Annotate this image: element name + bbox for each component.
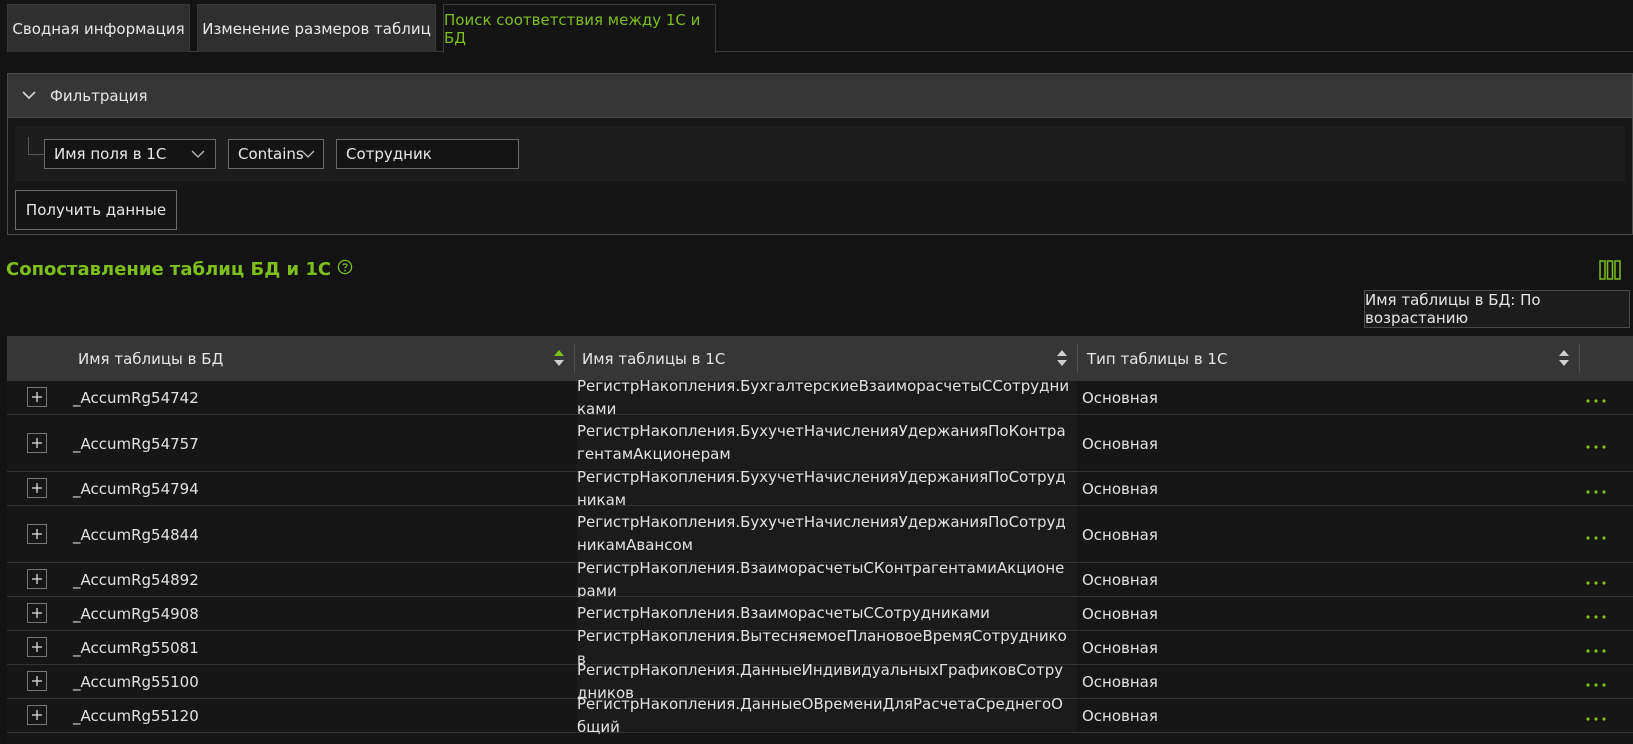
column-divider <box>574 344 575 373</box>
table-row[interactable]: _AccumRg54757 РегистрНакопления.БухучетНа… <box>7 415 1633 472</box>
column-header-label: Имя таблицы в БД <box>78 349 224 368</box>
table-row[interactable]: _AccumRg55120 РегистрНакопления.ДанныеОВр… <box>7 695 1633 736</box>
cell-1c-table-type: Основная <box>1082 434 1158 453</box>
tab-bar: Сводная информация Изменение размеров та… <box>7 4 1633 53</box>
cell-db-table-name: _AccumRg54892 <box>73 571 199 589</box>
column-divider <box>1579 344 1580 373</box>
section-title: Сопоставление таблиц БД и 1С <box>6 259 353 280</box>
sort-badge[interactable]: Имя таблицы в БД: По возрастанию <box>1364 290 1630 328</box>
cell-1c-table-type: Основная <box>1082 639 1158 657</box>
more-actions-icon[interactable] <box>1585 636 1607 666</box>
cell-db-table-name: _AccumRg54742 <box>73 389 199 407</box>
sort-active-icon[interactable] <box>554 349 564 371</box>
cell-1c-table-type: Основная <box>1082 389 1158 407</box>
section-title-text: Сопоставление таблиц БД и 1С <box>6 259 332 280</box>
more-actions-icon[interactable] <box>1585 523 1607 553</box>
chevron-down-icon <box>301 147 315 165</box>
chevron-down-icon <box>191 147 205 165</box>
expand-row-icon[interactable] <box>27 603 47 623</box>
cell-1c-table-type: Основная <box>1082 480 1158 498</box>
column-divider <box>1077 344 1078 373</box>
cell-1c-table-name: РегистрНакопления.БухучетНачисленияУдерж… <box>577 506 1077 562</box>
more-actions-icon[interactable] <box>1585 704 1607 734</box>
cell-db-table-name: _AccumRg54844 <box>73 525 199 544</box>
chevron-down-icon[interactable] <box>20 87 38 105</box>
field-select[interactable]: Имя поля в 1С <box>44 139 216 169</box>
cell-1c-table-name: РегистрНакопления.БухучетНачисленияУдерж… <box>577 468 1077 509</box>
cell-1c-table-type: Основная <box>1082 571 1158 589</box>
more-actions-icon[interactable] <box>1585 568 1607 598</box>
cell-db-table-name: _AccumRg55081 <box>73 639 199 657</box>
operator-select[interactable]: Contains <box>228 139 324 169</box>
mapping-table: Имя таблицы в БД Имя таблицы в 1С Тип та… <box>7 336 1633 744</box>
columns-icon[interactable] <box>1599 260 1621 284</box>
sort-icon[interactable] <box>1559 349 1569 371</box>
cell-1c-table-name: РегистрНакопления.ВзаиморасчетыСКонтраге… <box>577 559 1077 600</box>
expand-row-icon[interactable] <box>27 478 47 498</box>
cell-db-table-name: _AccumRg54757 <box>73 434 199 453</box>
more-actions-icon[interactable] <box>1585 670 1607 700</box>
more-actions-icon[interactable] <box>1585 386 1607 416</box>
column-header-label: Тип таблицы в 1С <box>1087 349 1228 368</box>
cell-db-table-name: _AccumRg54908 <box>73 605 199 623</box>
expand-row-icon[interactable] <box>27 637 47 657</box>
expand-row-icon[interactable] <box>27 671 47 691</box>
expand-row-icon[interactable] <box>27 523 47 544</box>
help-icon[interactable] <box>337 259 353 280</box>
cell-1c-table-type: Основная <box>1082 673 1158 691</box>
expand-row-icon[interactable] <box>27 569 47 589</box>
more-actions-icon[interactable] <box>1585 602 1607 632</box>
filter-panel: Фильтрация Имя поля в 1С Contains Сотруд… <box>7 73 1633 235</box>
sort-icon[interactable] <box>1057 349 1067 371</box>
condition-bracket <box>28 137 44 155</box>
cell-1c-table-type: Основная <box>1082 707 1158 725</box>
cell-db-table-name: _AccumRg54794 <box>73 480 199 498</box>
cell-1c-table-name: РегистрНакопления.ДанныеОВремениДляРасче… <box>577 695 1077 736</box>
filter-header[interactable]: Фильтрация <box>8 74 1632 118</box>
more-actions-icon[interactable] <box>1585 432 1607 462</box>
cell-1c-table-name: РегистрНакопления.БухгалтерскиеВзаиморас… <box>577 377 1077 418</box>
cell-1c-table-type: Основная <box>1082 605 1158 623</box>
tab-table-sizes[interactable]: Изменение размеров таблиц <box>197 4 436 52</box>
table-row[interactable]: _AccumRg54892 РегистрНакопления.Взаиморас… <box>7 559 1633 600</box>
expand-row-icon[interactable] <box>27 387 47 407</box>
tab-summary[interactable]: Сводная информация <box>7 4 190 52</box>
filter-value-text: Сотрудник <box>346 145 432 163</box>
table-row[interactable]: _AccumRg54742 РегистрНакопления.Бухгалтер… <box>7 377 1633 418</box>
filter-title: Фильтрация <box>50 86 148 105</box>
cell-db-table-name: _AccumRg55100 <box>73 673 199 691</box>
field-select-value: Имя поля в 1С <box>54 145 167 163</box>
tab-match-1c-db[interactable]: Поиск соответствия между 1С и БД <box>443 4 716 53</box>
column-header-label: Имя таблицы в 1С <box>582 349 726 368</box>
table-row[interactable]: _AccumRg54794 РегистрНакопления.БухучетНа… <box>7 468 1633 509</box>
expand-row-icon[interactable] <box>27 705 47 725</box>
more-actions-icon[interactable] <box>1585 477 1607 507</box>
filter-value-input[interactable]: Сотрудник <box>336 139 519 169</box>
column-header-type[interactable]: Тип таблицы в 1С <box>1087 336 1579 381</box>
cell-1c-table-name: РегистрНакопления.БухучетНачисленияУдерж… <box>577 415 1077 471</box>
column-header-db[interactable]: Имя таблицы в БД <box>78 336 574 381</box>
cell-1c-table-type: Основная <box>1082 525 1158 544</box>
get-data-button[interactable]: Получить данные <box>15 190 177 230</box>
cell-db-table-name: _AccumRg55120 <box>73 707 199 725</box>
operator-select-value: Contains <box>238 145 304 163</box>
table-row[interactable]: _AccumRg54844 РегистрНакопления.БухучетНа… <box>7 506 1633 563</box>
expand-row-icon[interactable] <box>27 432 47 453</box>
